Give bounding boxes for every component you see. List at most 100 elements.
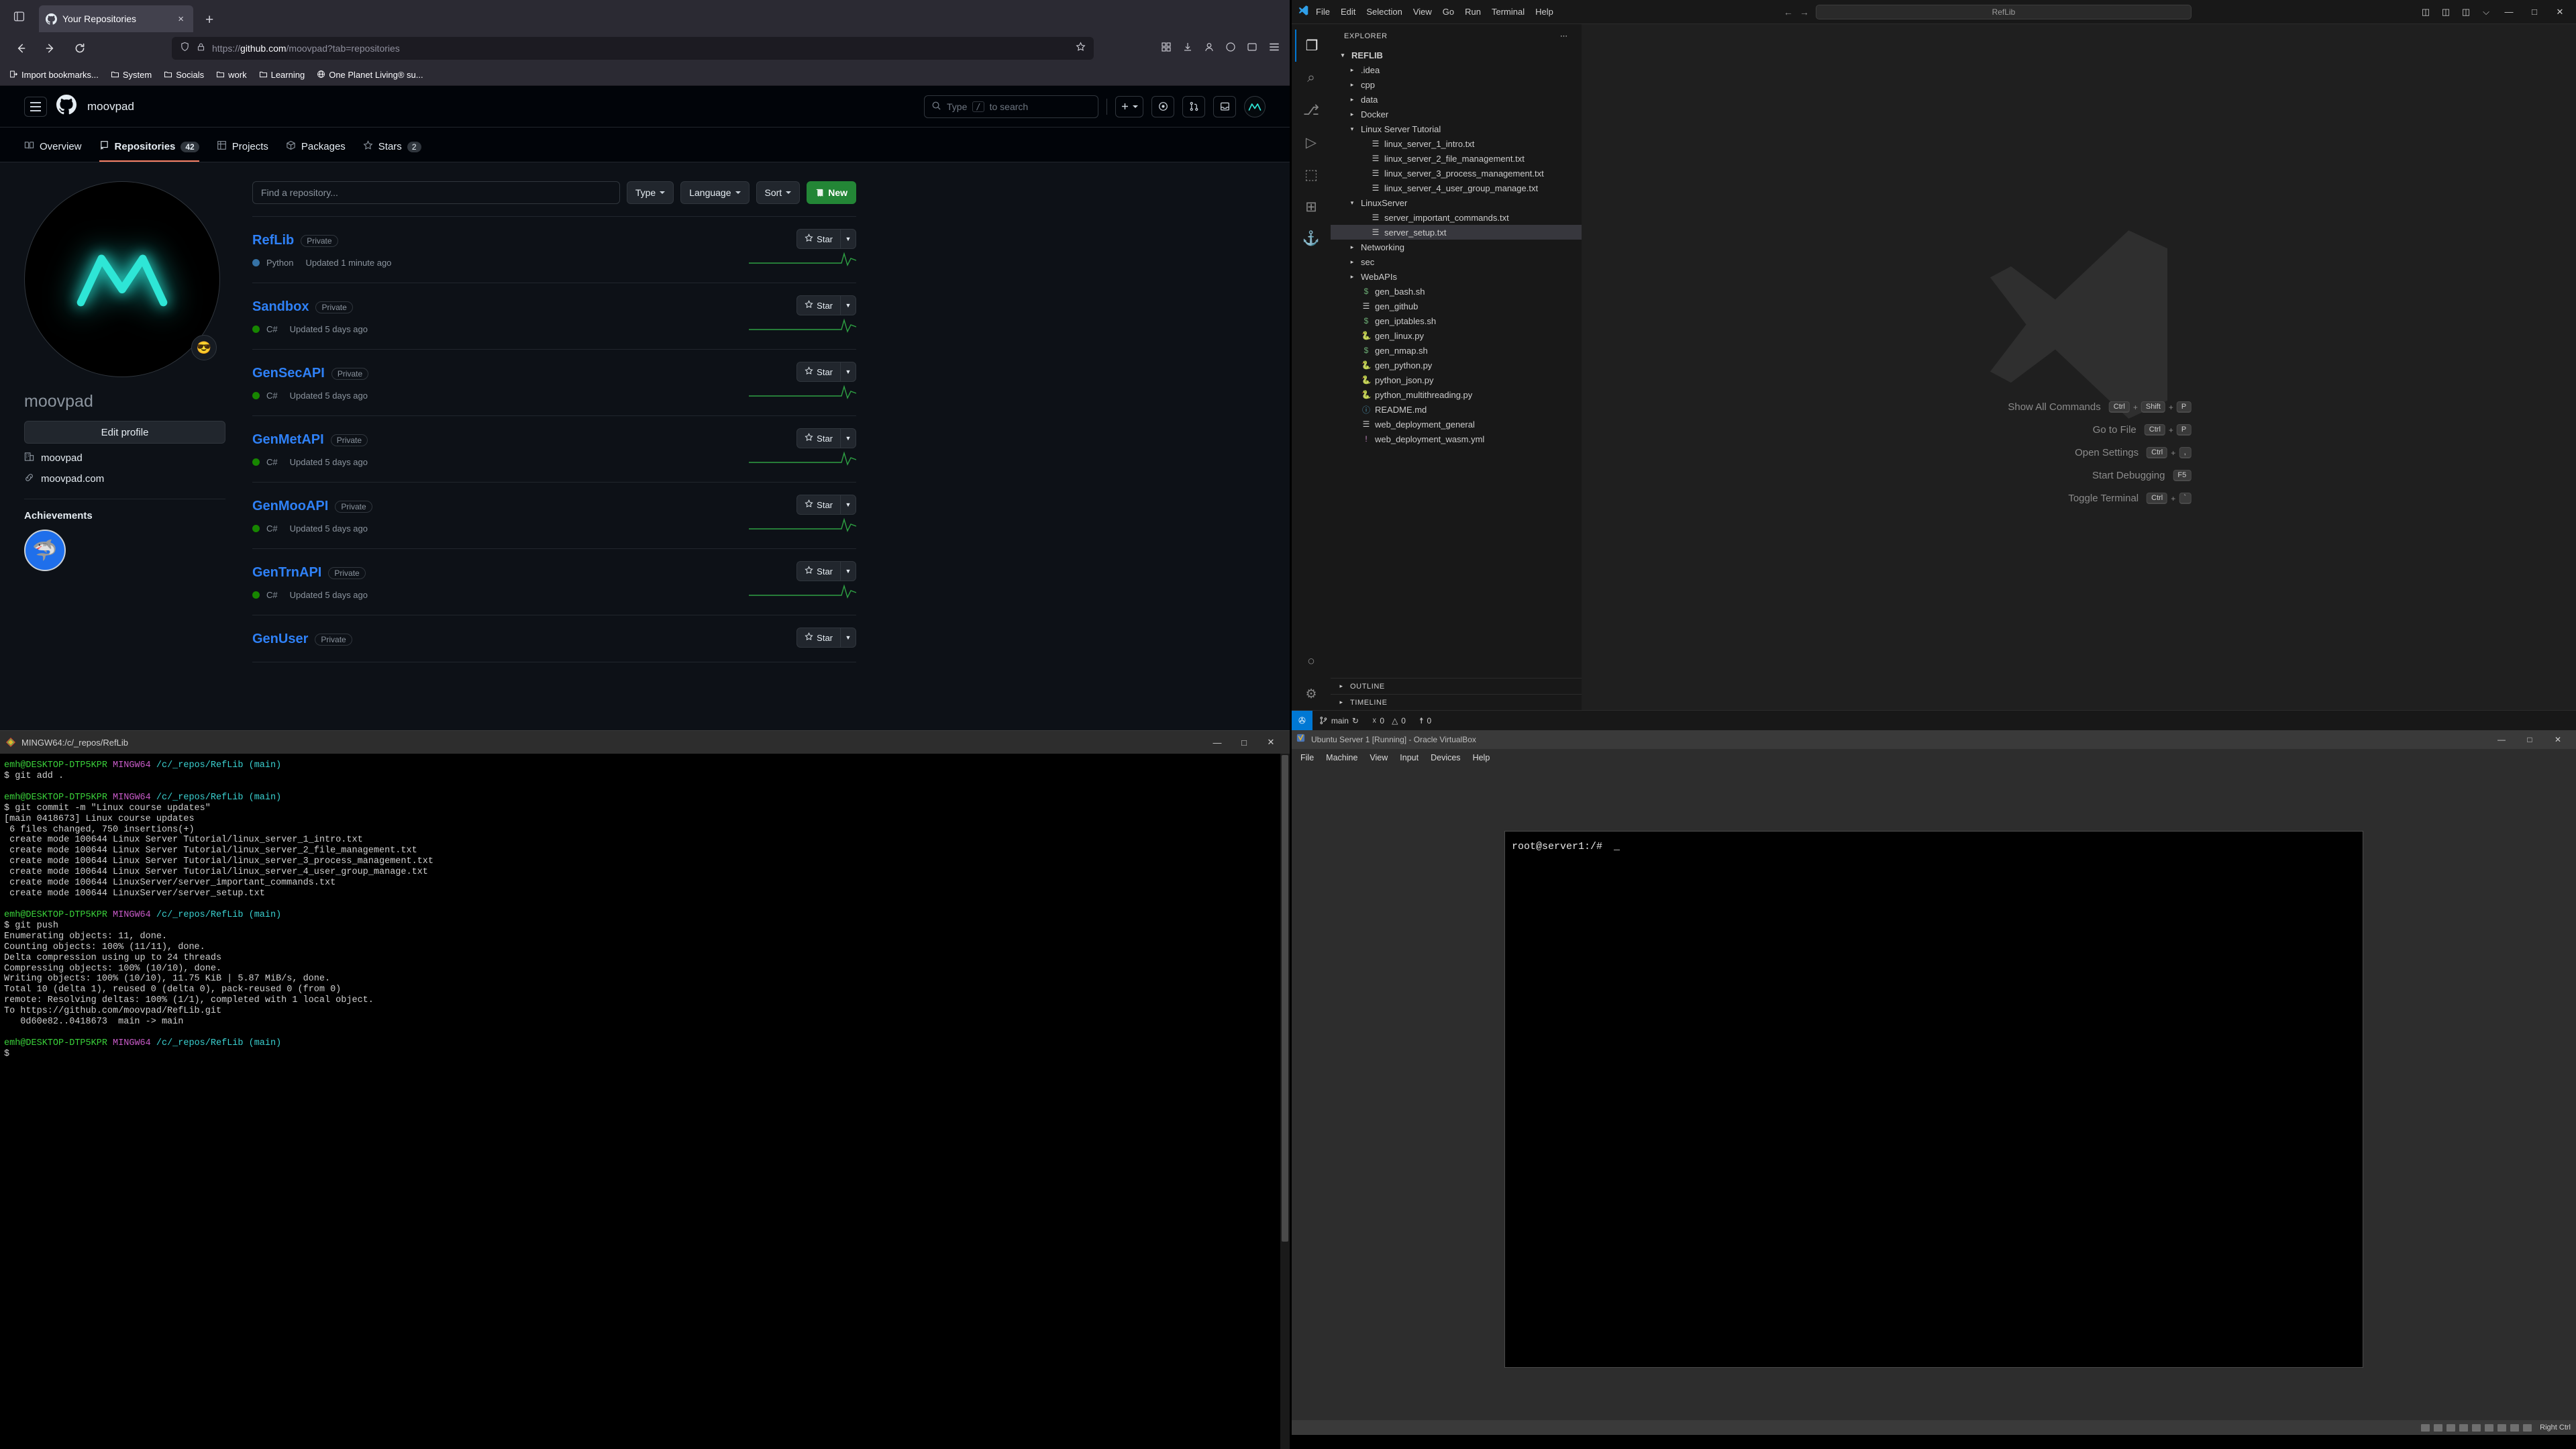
forward-icon[interactable] — [39, 37, 62, 60]
star-dropdown-button[interactable]: ▼ — [840, 561, 856, 581]
search-input[interactable]: Type / to search — [924, 95, 1098, 118]
tree-item[interactable]: ▸ Docker — [1331, 107, 1582, 121]
close-button[interactable]: ✕ — [2548, 7, 2572, 17]
menu-run[interactable]: Run — [1459, 7, 1486, 17]
profile-organization[interactable]: moovpad — [24, 452, 225, 464]
menu-file[interactable]: File — [1310, 7, 1335, 17]
account-icon[interactable] — [1204, 42, 1215, 56]
save-to-pocket-icon[interactable] — [1247, 42, 1257, 56]
find-repository-input[interactable]: Find a repository... — [252, 181, 620, 204]
tree-item[interactable]: ▸ .idea — [1331, 62, 1582, 77]
repository-link[interactable]: GenTrnAPI — [252, 565, 321, 581]
hamburger-menu-icon[interactable] — [24, 96, 47, 117]
repository-link[interactable]: RefLib — [252, 233, 294, 248]
explorer-icon[interactable]: ❐ — [1295, 30, 1327, 62]
new-repository-button[interactable]: New — [807, 181, 856, 204]
bookmark-item[interactable]: System — [111, 70, 152, 81]
toggle-primary-sidebar-icon[interactable]: ◫ — [2416, 7, 2435, 17]
reload-icon[interactable] — [68, 37, 91, 60]
source-control-icon[interactable]: ⎇ — [1295, 94, 1327, 126]
tree-root[interactable]: ▾ REFLIB — [1331, 48, 1582, 62]
run-debug-icon[interactable]: ▷ — [1295, 126, 1327, 158]
menu-help[interactable]: Help — [1467, 753, 1496, 762]
profile-avatar[interactable]: 😎 — [24, 181, 220, 377]
avatar[interactable] — [1244, 95, 1266, 117]
tree-item[interactable]: 🐍 python_multithreading.py — [1331, 387, 1582, 402]
tree-item[interactable]: ▸ WebAPIs — [1331, 269, 1582, 284]
pull-requests-button[interactable] — [1182, 95, 1205, 117]
github-logo-icon[interactable] — [56, 95, 76, 118]
tree-item[interactable]: ! web_deployment_wasm.yml — [1331, 432, 1582, 446]
tree-item[interactable]: ▸ sec — [1331, 254, 1582, 269]
status-problems[interactable]: ☓ 0 △ 0 — [1366, 716, 1412, 726]
tab-repositories[interactable]: Repositories 42 — [99, 140, 199, 162]
bookmark-item[interactable]: Socials — [164, 70, 204, 81]
profile-website[interactable]: moovpad.com — [24, 472, 225, 485]
sort-filter-button[interactable]: Sort — [756, 181, 801, 204]
menu-view[interactable]: View — [1408, 7, 1437, 17]
new-tab-button[interactable]: + — [200, 12, 219, 28]
menu-file[interactable]: File — [1294, 753, 1320, 762]
download-icon[interactable] — [1182, 42, 1193, 56]
status-branch[interactable]: main ↻ — [1312, 716, 1366, 726]
tree-item[interactable]: ▸ data — [1331, 92, 1582, 107]
section-timeline[interactable]: ▸ TIMELINE — [1331, 694, 1582, 710]
language-filter-button[interactable]: Language — [680, 181, 750, 204]
shortcut-row[interactable]: Open Settings Ctrl +, — [1967, 447, 2192, 459]
remote-window-button[interactable]: ✇ — [1292, 710, 1312, 731]
menu-help[interactable]: Help — [1530, 7, 1559, 17]
minimize-button[interactable]: — — [1204, 738, 1231, 748]
repository-link[interactable]: GenMooAPI — [252, 499, 328, 514]
toggle-secondary-sidebar-icon[interactable]: ◫ — [2457, 7, 2475, 17]
achievement-badge[interactable]: 🦈 — [24, 530, 66, 571]
star-button[interactable]: Star — [796, 362, 840, 382]
explorer-more-actions-icon[interactable]: ⋯ — [1560, 32, 1568, 40]
star-button[interactable]: Star — [796, 495, 840, 515]
forward-icon[interactable]: → — [1800, 7, 1809, 17]
bookmark-item[interactable]: Import bookmarks... — [9, 70, 99, 81]
issues-button[interactable] — [1151, 95, 1174, 117]
toggle-panel-icon[interactable]: ◫ — [2436, 7, 2455, 17]
chevron-right-icon[interactable]: ▸ — [1347, 81, 1357, 89]
repository-link[interactable]: GenMetAPI — [252, 432, 324, 448]
chevron-down-icon[interactable]: ▾ — [1347, 199, 1357, 207]
tree-item[interactable]: ☰ server_important_commands.txt — [1331, 210, 1582, 225]
sync-icon[interactable]: ↻ — [1352, 716, 1359, 726]
menu-selection[interactable]: Selection — [1361, 7, 1407, 17]
star-button[interactable]: Star — [796, 628, 840, 648]
customize-layout-icon[interactable]: ⌵ — [2477, 7, 2495, 17]
star-button[interactable]: Star — [796, 428, 840, 448]
status-emoji[interactable]: 😎 — [191, 335, 217, 360]
bookmark-item[interactable]: Learning — [259, 70, 305, 81]
star-dropdown-button[interactable]: ▼ — [840, 229, 856, 249]
menu-machine[interactable]: Machine — [1320, 753, 1363, 762]
chevron-right-icon[interactable]: ▸ — [1347, 244, 1357, 251]
vm-display[interactable]: root@server1:/# _ — [1504, 831, 2363, 1368]
tree-item[interactable]: ☰ linux_server_1_intro.txt — [1331, 136, 1582, 151]
create-new-button[interactable] — [1115, 95, 1143, 117]
menu-terminal[interactable]: Terminal — [1486, 7, 1530, 17]
close-button[interactable]: ✕ — [1257, 737, 1284, 748]
repository-link[interactable]: Sandbox — [252, 299, 309, 315]
tree-item[interactable]: 🐍 python_json.py — [1331, 372, 1582, 387]
extensions-icon[interactable] — [1161, 42, 1172, 56]
star-dropdown-button[interactable]: ▼ — [840, 362, 856, 382]
bookmark-item[interactable]: One Planet Living® su... — [317, 70, 423, 81]
tree-item[interactable]: ☰ linux_server_3_process_management.txt — [1331, 166, 1582, 181]
repository-link[interactable]: GenUser — [252, 632, 308, 647]
menu-devices[interactable]: Devices — [1425, 753, 1466, 762]
search-icon[interactable]: ⌕ — [1295, 62, 1327, 94]
shortcut-row[interactable]: Toggle Terminal Ctrl + ` — [1967, 493, 2192, 505]
tree-item[interactable]: ☰ gen_github — [1331, 299, 1582, 313]
browser-tab[interactable]: Your Repositories × — [39, 5, 193, 32]
menu-view[interactable]: View — [1363, 753, 1394, 762]
bookmark-item[interactable]: work — [216, 70, 247, 81]
tree-item[interactable]: ▸ cpp — [1331, 77, 1582, 92]
extensions-icon[interactable]: ⊞ — [1295, 191, 1327, 223]
maximize-button[interactable]: □ — [2516, 735, 2544, 744]
git-bash-titlebar[interactable]: MINGW64:/c/_repos/RefLib — □ ✕ — [0, 731, 1290, 754]
git-bash-terminal-output[interactable]: emh@DESKTOP-DTP5KPR MINGW64 /c/_repos/Re… — [0, 754, 1290, 1449]
tab-packages[interactable]: Packages — [286, 140, 346, 162]
close-button[interactable]: ✕ — [2544, 735, 2572, 744]
owner-name[interactable]: moovpad — [87, 100, 134, 113]
